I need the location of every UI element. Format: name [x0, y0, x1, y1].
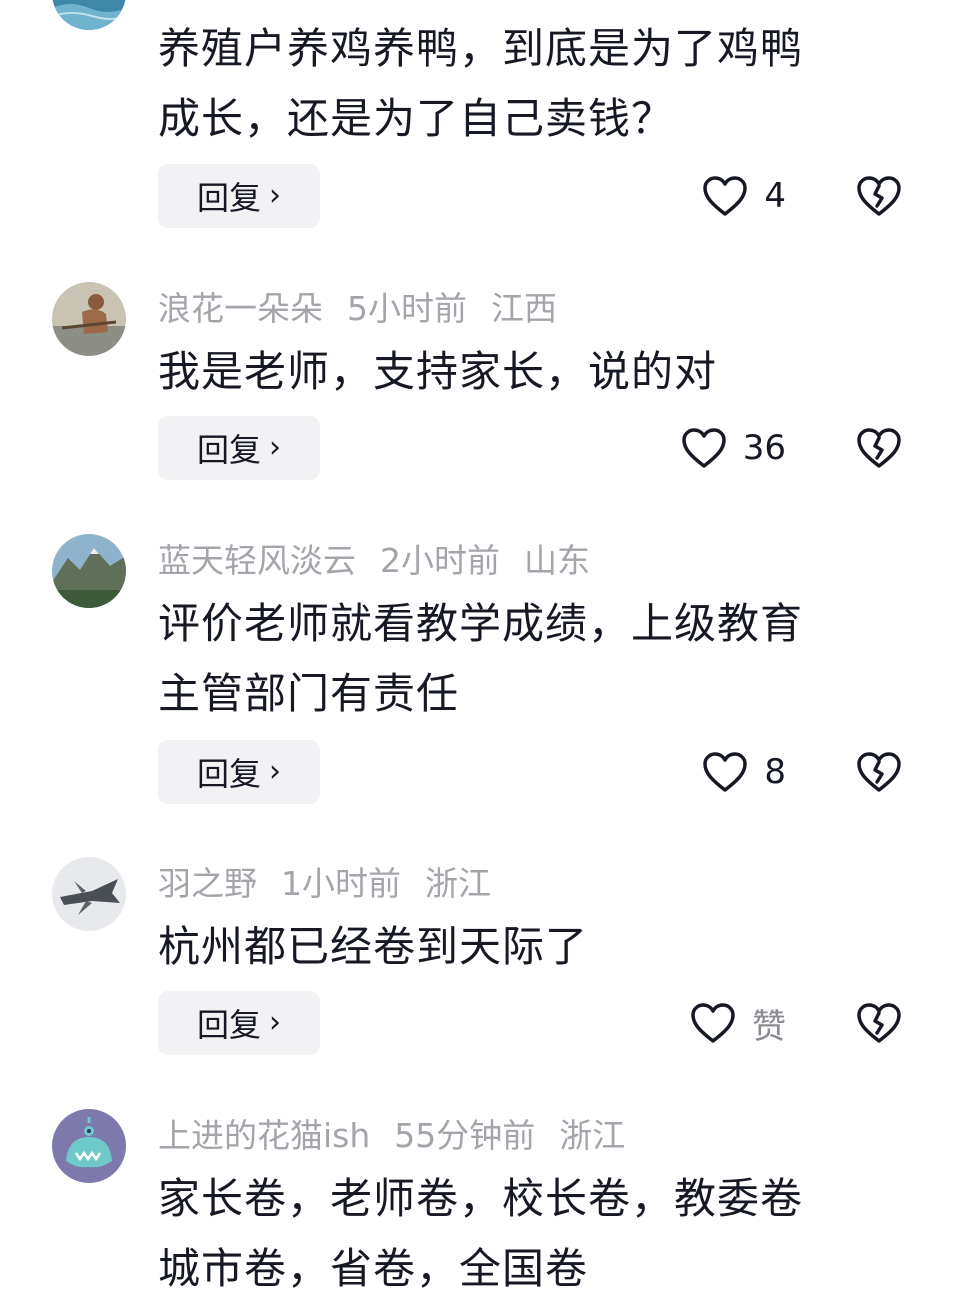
timestamp: 1小时前	[281, 864, 401, 903]
chevron-right-icon: ›	[269, 754, 281, 789]
comment-feed: 养殖户养鸡养鸭，到底是为了鸡鸭 成长，还是为了自己卖钱？ 回复 › 4 浪花一朵…	[0, 0, 960, 1315]
like-button[interactable]: 赞	[690, 991, 786, 1055]
monster-avatar-icon[interactable]	[52, 1109, 126, 1183]
broken-heart-icon	[857, 176, 901, 216]
broken-heart-icon	[857, 1003, 901, 1043]
comment-text-line: 成长，还是为了自己卖钱？	[158, 94, 675, 143]
comment-text-line: 家长卷，老师卷，校长卷，教委卷	[158, 1174, 804, 1223]
heart-icon	[703, 752, 748, 792]
dislike-button[interactable]	[854, 991, 904, 1055]
username[interactable]: 浪花一朵朵	[158, 282, 323, 330]
reply-label: 回复	[196, 1006, 261, 1044]
like-button[interactable]: 4	[702, 164, 786, 228]
timestamp: 55分钟前	[394, 1116, 536, 1155]
reply-label: 回复	[196, 755, 261, 793]
comment-text-line: 评价老师就看教学成绩，上级教育	[158, 599, 804, 648]
like-count: 8	[764, 752, 786, 792]
reply-button[interactable]: 回复 ›	[158, 164, 320, 228]
reply-button[interactable]: 回复 ›	[158, 740, 320, 804]
comment-text: 我是老师，支持家长，说的对	[158, 337, 898, 407]
comment-meta: 蓝天轻风淡云 2小时前 山东	[158, 536, 590, 580]
location: 山东	[524, 541, 590, 580]
comment-text: 评价老师就看教学成绩，上级教育 主管部门有责任	[158, 589, 898, 729]
reply-button[interactable]: 回复 ›	[158, 991, 320, 1055]
reply-label: 回复	[196, 179, 261, 217]
comment-text-line: 杭州都已经卷到天际了	[158, 922, 589, 971]
comment-text-line: 主管部门有责任	[158, 669, 460, 718]
timestamp: 2小时前	[380, 541, 500, 580]
location: 浙江	[559, 1116, 626, 1155]
comment-meta: 羽之野 1小时前 浙江	[158, 859, 491, 903]
heart-icon	[703, 176, 748, 216]
timestamp: 5小时前	[347, 289, 467, 328]
like-button[interactable]: 8	[702, 740, 786, 804]
mountain-avatar-icon[interactable]	[52, 534, 126, 608]
reply-button[interactable]: 回复 ›	[158, 416, 320, 480]
broken-heart-icon	[857, 428, 901, 468]
like-button[interactable]: 36	[681, 416, 786, 480]
chevron-right-icon: ›	[269, 178, 281, 213]
location: 浙江	[425, 864, 491, 903]
like-count: 赞	[752, 1006, 786, 1047]
water-avatar-icon[interactable]	[52, 0, 126, 30]
comment-text: 杭州都已经卷到天际了	[158, 912, 898, 982]
dislike-button[interactable]	[854, 740, 904, 804]
comment-meta: 浪花一朵朵 5小时前 江西	[158, 284, 557, 328]
broken-heart-icon	[857, 752, 901, 792]
heart-icon	[691, 1003, 735, 1043]
jet-avatar-icon[interactable]	[52, 857, 126, 931]
comment-text-line: 我是老师，支持家长，说的对	[158, 347, 718, 396]
rower-avatar-icon[interactable]	[52, 282, 126, 356]
comment-text-line: 城市卷，省卷，全国卷	[158, 1244, 589, 1293]
heart-icon	[681, 428, 726, 468]
dislike-button[interactable]	[854, 164, 904, 228]
username[interactable]: 羽之野	[158, 857, 257, 905]
comment-text: 家长卷，老师卷，校长卷，教委卷 城市卷，省卷，全国卷	[158, 1164, 898, 1304]
comment-text: 养殖户养鸡养鸭，到底是为了鸡鸭 成长，还是为了自己卖钱？	[158, 14, 898, 154]
location: 江西	[491, 289, 557, 328]
like-count: 36	[742, 428, 786, 468]
chevron-right-icon: ›	[269, 1005, 281, 1040]
comment-text-line: 养殖户养鸡养鸭，到底是为了鸡鸭	[158, 24, 804, 73]
username[interactable]: 上进的花猫ish	[158, 1109, 370, 1157]
like-count: 4	[764, 176, 786, 216]
username[interactable]: 蓝天轻风淡云	[158, 534, 356, 582]
comment-meta: 上进的花猫ish 55分钟前 浙江	[158, 1111, 625, 1155]
chevron-right-icon: ›	[269, 430, 281, 465]
dislike-button[interactable]	[854, 416, 904, 480]
reply-label: 回复	[196, 431, 261, 469]
